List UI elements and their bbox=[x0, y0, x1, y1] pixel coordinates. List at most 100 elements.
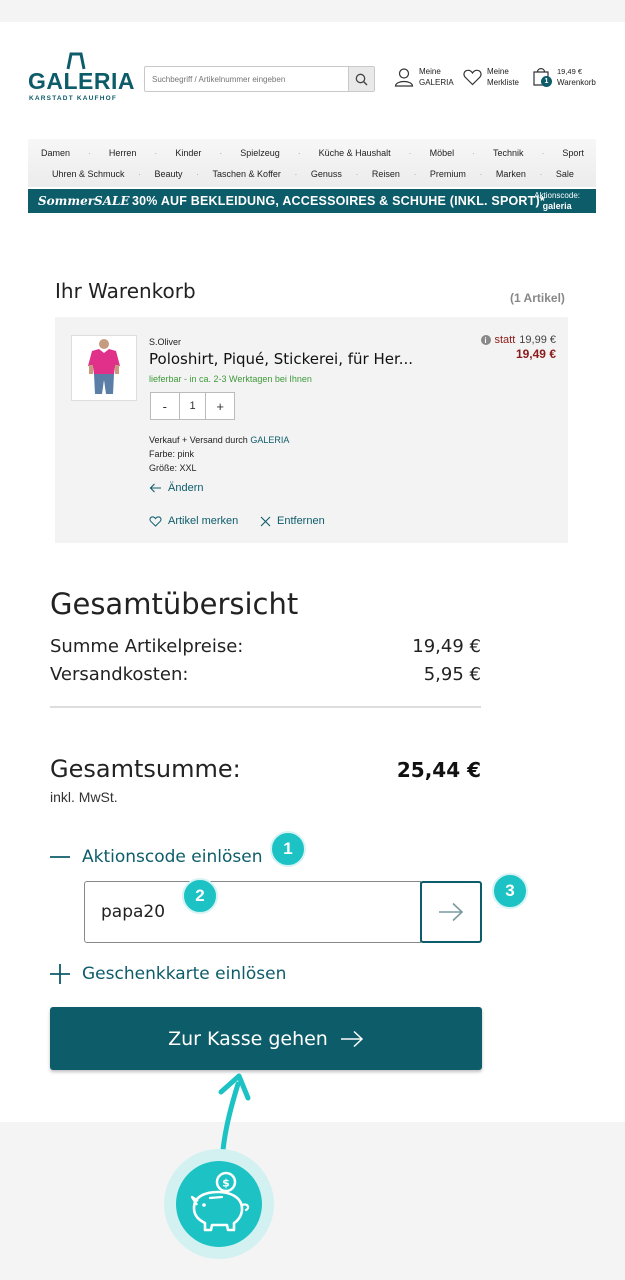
nav-separator: · bbox=[88, 148, 91, 158]
arrow-right-icon bbox=[340, 1030, 363, 1047]
search-icon bbox=[355, 73, 368, 85]
minus-icon bbox=[50, 856, 70, 858]
nav-separator: · bbox=[413, 169, 417, 179]
checkout-button[interactable]: Zur Kasse gehen bbox=[50, 1007, 482, 1070]
summary-title: Gesamtübersicht bbox=[50, 587, 299, 621]
account-link[interactable]: Meine GALERIA bbox=[394, 66, 454, 88]
change-item-link[interactable]: Ändern bbox=[149, 482, 203, 494]
summary-divider bbox=[50, 706, 481, 708]
items-total-label: Summe Artikelpreise: bbox=[50, 636, 244, 657]
grand-total-label: Gesamtsumme: bbox=[50, 755, 241, 783]
product-name[interactable]: Poloshirt, Piqué, Stickerei, für Her... bbox=[149, 350, 413, 368]
nav-separator: · bbox=[472, 148, 475, 158]
nav-separator: · bbox=[294, 169, 298, 179]
banner-text: 30% AUF BEKLEIDUNG, ACCESSOIRES & SCHUHE… bbox=[132, 194, 545, 208]
product-details: Verkauf + Versand durch GALERIA Farbe: p… bbox=[149, 433, 289, 475]
banner-label: SommerSALE bbox=[38, 194, 130, 208]
cart-count-badge: 1 bbox=[541, 76, 552, 87]
galeria-logo[interactable]: GALERIA KARSTADT KAUFHOF bbox=[28, 52, 135, 102]
nav-item[interactable]: Küche & Haushalt bbox=[319, 148, 391, 158]
quantity-decrease-button[interactable]: - bbox=[151, 393, 179, 419]
nav-separator: · bbox=[297, 148, 301, 158]
wishlist-link[interactable]: Meine Merkliste bbox=[463, 66, 519, 88]
step-badge: 3 bbox=[492, 873, 528, 909]
nav-item[interactable]: Taschen & Koffer bbox=[213, 169, 281, 179]
promo-code-toggle[interactable]: Aktionscode einlösen bbox=[50, 847, 262, 867]
nav-item[interactable]: Reisen bbox=[372, 169, 400, 179]
wishlist-line1: Meine bbox=[487, 67, 509, 76]
product-color: Farbe: pink bbox=[149, 449, 195, 459]
nav-item[interactable]: Marken bbox=[496, 169, 526, 179]
banner-code: Aktionscode: galeria bbox=[534, 191, 580, 212]
grand-total-value: 25,44 € bbox=[396, 758, 481, 782]
nav-item[interactable]: Möbel bbox=[430, 148, 455, 158]
step-badge: 2 bbox=[182, 878, 218, 914]
shipping-value: 5,95 € bbox=[423, 664, 481, 685]
items-total-value: 19,49 € bbox=[412, 636, 481, 657]
nav-separator: · bbox=[355, 169, 359, 179]
product-size: Größe: XXL bbox=[149, 463, 197, 473]
nav-separator: · bbox=[196, 169, 199, 179]
seller-info: Verkauf + Versand durch GALERIA bbox=[149, 433, 289, 447]
nav-item[interactable]: Technik bbox=[493, 148, 524, 158]
nav-item[interactable]: Sport bbox=[562, 148, 584, 158]
close-icon bbox=[260, 516, 271, 526]
checkout-label: Zur Kasse gehen bbox=[168, 1027, 328, 1050]
page: GALERIA KARSTADT KAUFHOF Meine GALERIA M… bbox=[0, 22, 625, 1122]
arrow-left-icon bbox=[149, 483, 161, 493]
user-icon bbox=[394, 68, 414, 87]
remove-item-link[interactable]: Entfernen bbox=[260, 515, 325, 527]
nav-item[interactable]: Damen bbox=[41, 148, 70, 158]
seller-name: GALERIA bbox=[250, 435, 290, 445]
nav-item[interactable]: Genuss bbox=[311, 169, 342, 179]
nav-item[interactable]: Spielzeug bbox=[240, 148, 280, 158]
items-total-row: Summe Artikelpreise: 19,49 € bbox=[50, 636, 481, 657]
search-bar bbox=[144, 66, 375, 92]
quantity-value[interactable]: 1 bbox=[178, 393, 207, 419]
search-input[interactable] bbox=[145, 67, 349, 91]
shipping-row: Versandkosten: 5,95 € bbox=[50, 664, 481, 685]
gift-card-toggle-label: Geschenkkarte einlösen bbox=[82, 964, 287, 984]
nav-separator: · bbox=[154, 148, 158, 158]
nav-item[interactable]: Uhren & Schmuck bbox=[52, 169, 125, 179]
shipping-label: Versandkosten: bbox=[50, 664, 189, 685]
nav-item[interactable]: Kinder bbox=[175, 148, 201, 158]
cart-item: S.Oliver Poloshirt, Piqué, Stickerei, fü… bbox=[55, 317, 568, 543]
nav-item[interactable]: Beauty bbox=[155, 169, 183, 179]
nav-item[interactable]: Sale bbox=[556, 169, 574, 179]
logo-wordmark: GALERIA bbox=[28, 68, 135, 94]
nav-row-1: Damen · Herren · Kinder · Spielzeug · Kü… bbox=[28, 148, 596, 158]
current-price: 19,49 € bbox=[515, 347, 556, 361]
search-button[interactable] bbox=[348, 67, 374, 91]
promo-code-input[interactable] bbox=[85, 882, 420, 942]
gift-card-toggle[interactable]: Geschenkkarte einlösen bbox=[50, 964, 286, 984]
nav-separator: · bbox=[541, 148, 545, 158]
change-item-label: Ändern bbox=[168, 482, 204, 494]
promo-banner[interactable]: SommerSALE 30% AUF BEKLEIDUNG, ACCESSOIR… bbox=[28, 189, 596, 213]
delivery-info: lieferbar - in ca. 2-3 Werktagen bei Ihn… bbox=[149, 374, 312, 384]
promo-code-submit-button[interactable] bbox=[420, 881, 482, 943]
promo-code-toggle-label: Aktionscode einlösen bbox=[82, 847, 263, 867]
price-old-value: 19,99 € bbox=[519, 334, 556, 346]
nav-separator: · bbox=[219, 148, 223, 158]
nav-item[interactable]: Premium bbox=[430, 169, 466, 179]
piggy-bank-icon: $ bbox=[190, 1171, 250, 1232]
cart-title: Ihr Warenkorb bbox=[55, 279, 196, 303]
nav-row-2: Uhren & Schmuck · Beauty · Taschen & Kof… bbox=[28, 169, 596, 179]
price-prefix: statt bbox=[494, 334, 516, 346]
polo-shirt-image bbox=[72, 336, 136, 400]
remove-item-label: Entfernen bbox=[277, 515, 325, 527]
account-line1: Meine bbox=[419, 67, 441, 76]
nav-item[interactable]: Herren bbox=[109, 148, 137, 158]
wishlist-line2: Merkliste bbox=[487, 78, 520, 87]
cart-amount: 19,49 € bbox=[557, 67, 583, 76]
cart-link[interactable]: 1 19,49 € Warenkorb bbox=[532, 66, 596, 88]
heart-icon bbox=[463, 69, 482, 85]
info-icon[interactable]: i bbox=[480, 335, 491, 345]
account-line2: GALERIA bbox=[419, 78, 454, 87]
product-image[interactable] bbox=[71, 335, 137, 401]
cart-icon-wrap: 1 bbox=[532, 66, 552, 88]
quantity-increase-button[interactable]: + bbox=[206, 393, 234, 419]
piggy-bank-badge: $ bbox=[164, 1149, 274, 1259]
save-item-link[interactable]: Artikel merken bbox=[149, 515, 238, 527]
